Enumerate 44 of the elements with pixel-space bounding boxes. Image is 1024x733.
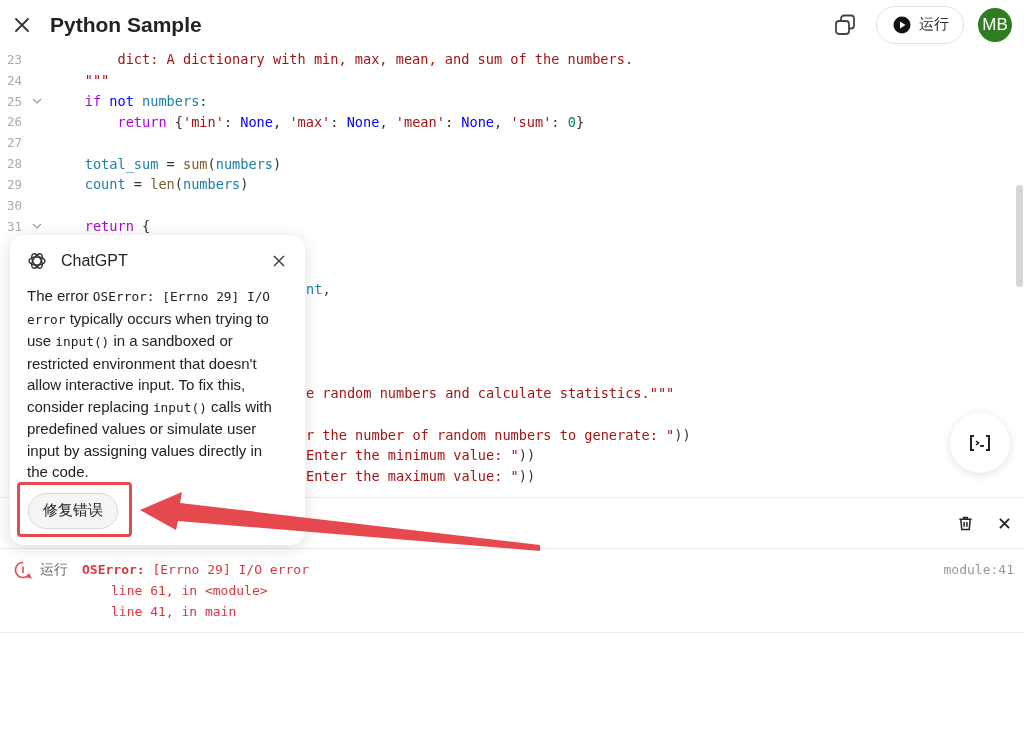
code-line: if not numbers: bbox=[83, 93, 208, 110]
chevron-down-icon[interactable] bbox=[32, 98, 42, 105]
line-number: 31 bbox=[5, 218, 22, 234]
close-icon[interactable] bbox=[273, 255, 285, 267]
traceback-line: line 61, in <module> bbox=[110, 582, 269, 600]
line-number: 25 bbox=[5, 93, 22, 109]
code-line: return { bbox=[83, 218, 151, 235]
log-source: 运行 bbox=[40, 560, 68, 579]
chevron-down-icon[interactable] bbox=[32, 223, 42, 230]
error-icon bbox=[14, 560, 32, 579]
code-line: return {'min': None, 'max': None, 'mean': None, 'sum': 0} bbox=[116, 113, 585, 130]
code-line: r the number of random numbers to generate: ")) bbox=[306, 426, 691, 443]
error-message: OSError: [Errno 29] I/O error bbox=[82, 562, 310, 577]
code-line: nt, bbox=[306, 280, 331, 297]
run-button[interactable]: 运行 bbox=[876, 5, 964, 44]
code-line: count = len(numbers) bbox=[83, 176, 249, 193]
close-icon[interactable] bbox=[14, 16, 30, 33]
code-line: """ bbox=[83, 72, 110, 89]
line-number: 29 bbox=[5, 177, 22, 192]
assistant-message: The error OSError: [Errno 29] I/O error typically occurs when trying to use input() in a sandboxed or restricted environment that doesn't allow interactive input. To fix this, consider replacing input() calls with predefined values or simulate user input by assigning values directly in the code. bbox=[27, 286, 273, 482]
line-number: 26 bbox=[5, 114, 22, 130]
code-line: total_sum = sum(numbers) bbox=[83, 155, 282, 172]
line-number: 30 bbox=[5, 197, 22, 213]
copy-icon[interactable] bbox=[834, 13, 856, 36]
scrollbar-thumb[interactable] bbox=[1016, 185, 1023, 287]
code-line: e random numbers and calculate statistics.""" bbox=[306, 384, 675, 401]
traceback-line: line 41, in main bbox=[110, 603, 238, 621]
code-line: dict: A dictionary with min, max, mean, and sum of the numbers. bbox=[116, 51, 634, 68]
avatar[interactable]: MB bbox=[978, 7, 1012, 42]
assistant-logo-icon bbox=[27, 251, 47, 271]
fix-error-button[interactable]: 修复错误 bbox=[28, 492, 118, 529]
popup-title: ChatGPT bbox=[61, 252, 129, 270]
trash-icon[interactable] bbox=[958, 515, 973, 531]
line-number: 27 bbox=[5, 135, 22, 151]
code-line: Enter the minimum value: ")) bbox=[306, 447, 536, 464]
terminal-icon bbox=[969, 435, 991, 451]
line-number: 28 bbox=[5, 156, 22, 172]
code-line: Enter the maximum value: ")) bbox=[306, 468, 536, 485]
close-icon[interactable] bbox=[999, 517, 1010, 529]
page-title: Python Sample bbox=[50, 12, 202, 37]
play-icon bbox=[893, 15, 911, 34]
line-number: 23 bbox=[5, 51, 22, 67]
line-number: 24 bbox=[5, 72, 22, 88]
terminal-button[interactable] bbox=[950, 413, 1010, 473]
